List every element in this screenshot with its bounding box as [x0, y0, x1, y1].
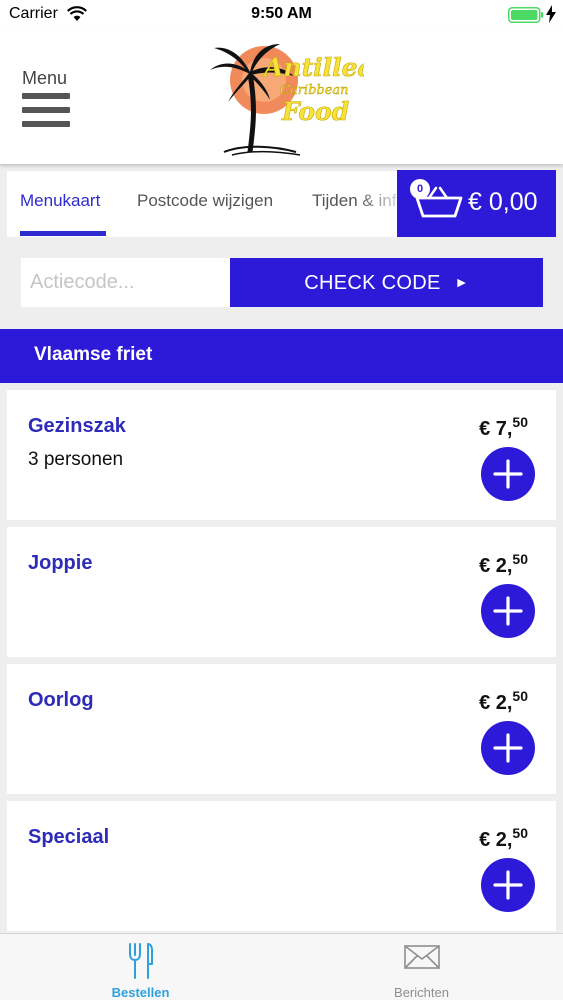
cart-button[interactable]: 0 € 0,00: [397, 170, 556, 237]
product-price: € 7,50: [479, 414, 528, 441]
price-cents: 50: [512, 414, 528, 430]
cart-total: € 0,00: [468, 188, 538, 216]
product-card[interactable]: Speciaal € 2,50: [7, 801, 556, 931]
category-header: Vlaamse friet: [0, 329, 563, 383]
active-tab-indicator: [20, 231, 106, 236]
play-arrow-icon: ►: [454, 274, 469, 290]
logo-text-line3: Food: [281, 97, 349, 126]
promo-code-input[interactable]: [21, 258, 231, 307]
product-card[interactable]: Oorlog € 2,50: [7, 664, 556, 794]
tabbar-label: Bestellen: [111, 985, 170, 1000]
tab-postcode-wijzigen[interactable]: Postcode wijzigen: [137, 191, 273, 211]
plus-icon: [493, 459, 523, 489]
price-main: € 2,: [479, 829, 513, 851]
fork-knife-icon: [128, 943, 153, 979]
tabbar-label: Berichten: [394, 985, 449, 1000]
product-name: Oorlog: [28, 689, 94, 711]
plus-icon: [493, 733, 523, 763]
tabbar-item-berichten[interactable]: Berichten: [281, 934, 562, 1000]
plus-icon: [493, 870, 523, 900]
plus-icon: [493, 596, 523, 626]
cart-count-badge: 0: [410, 179, 430, 199]
envelope-icon: [403, 945, 440, 969]
product-price: € 2,50: [479, 688, 528, 715]
add-to-cart-button[interactable]: [481, 721, 535, 775]
product-description: 3 personen: [28, 449, 124, 470]
product-name: Joppie: [28, 552, 93, 574]
check-code-label: CHECK CODE: [304, 272, 441, 294]
product-price: € 2,50: [479, 551, 528, 578]
price-main: € 7,: [479, 418, 513, 440]
restaurant-logo: Antillean Caribbean Food: [210, 44, 364, 156]
product-name: Gezinszak: [28, 415, 126, 437]
price-cents: 50: [512, 688, 528, 704]
product-card[interactable]: Joppie € 2,50: [7, 527, 556, 657]
status-time: 9:50 AM: [251, 5, 312, 22]
price-main: € 2,: [479, 555, 513, 577]
add-to-cart-button[interactable]: [481, 858, 535, 912]
price-cents: 50: [512, 551, 528, 567]
add-to-cart-button[interactable]: [481, 584, 535, 638]
battery-icon: [508, 7, 544, 23]
header: Menu Antillean Caribbean Food: [0, 30, 563, 164]
charging-icon: [546, 5, 556, 23]
tab-menukaart[interactable]: Menukaart: [20, 191, 100, 211]
menu-label[interactable]: Menu: [22, 68, 67, 89]
product-price: € 2,50: [479, 825, 528, 852]
tab-strip: Menukaart Postcode wijzigen Tijden & inf…: [7, 171, 427, 237]
price-cents: 50: [512, 825, 528, 841]
category-title: Vlaamse friet: [34, 344, 153, 365]
product-card[interactable]: Gezinszak 3 personen € 7,50: [7, 390, 556, 520]
hamburger-menu-icon[interactable]: [22, 93, 70, 127]
check-code-button[interactable]: CHECK CODE ►: [230, 258, 543, 307]
status-bar: Carrier 9:50 AM: [0, 0, 563, 30]
add-to-cart-button[interactable]: [481, 447, 535, 501]
price-main: € 2,: [479, 692, 513, 714]
logo-text-line1: Antillean: [262, 53, 364, 82]
bottom-tab-bar: Bestellen Berichten: [0, 933, 563, 1000]
product-name: Speciaal: [28, 826, 110, 848]
tabbar-item-bestellen[interactable]: Bestellen: [0, 934, 281, 1000]
logo-text-line2: Caribbean: [280, 83, 349, 98]
